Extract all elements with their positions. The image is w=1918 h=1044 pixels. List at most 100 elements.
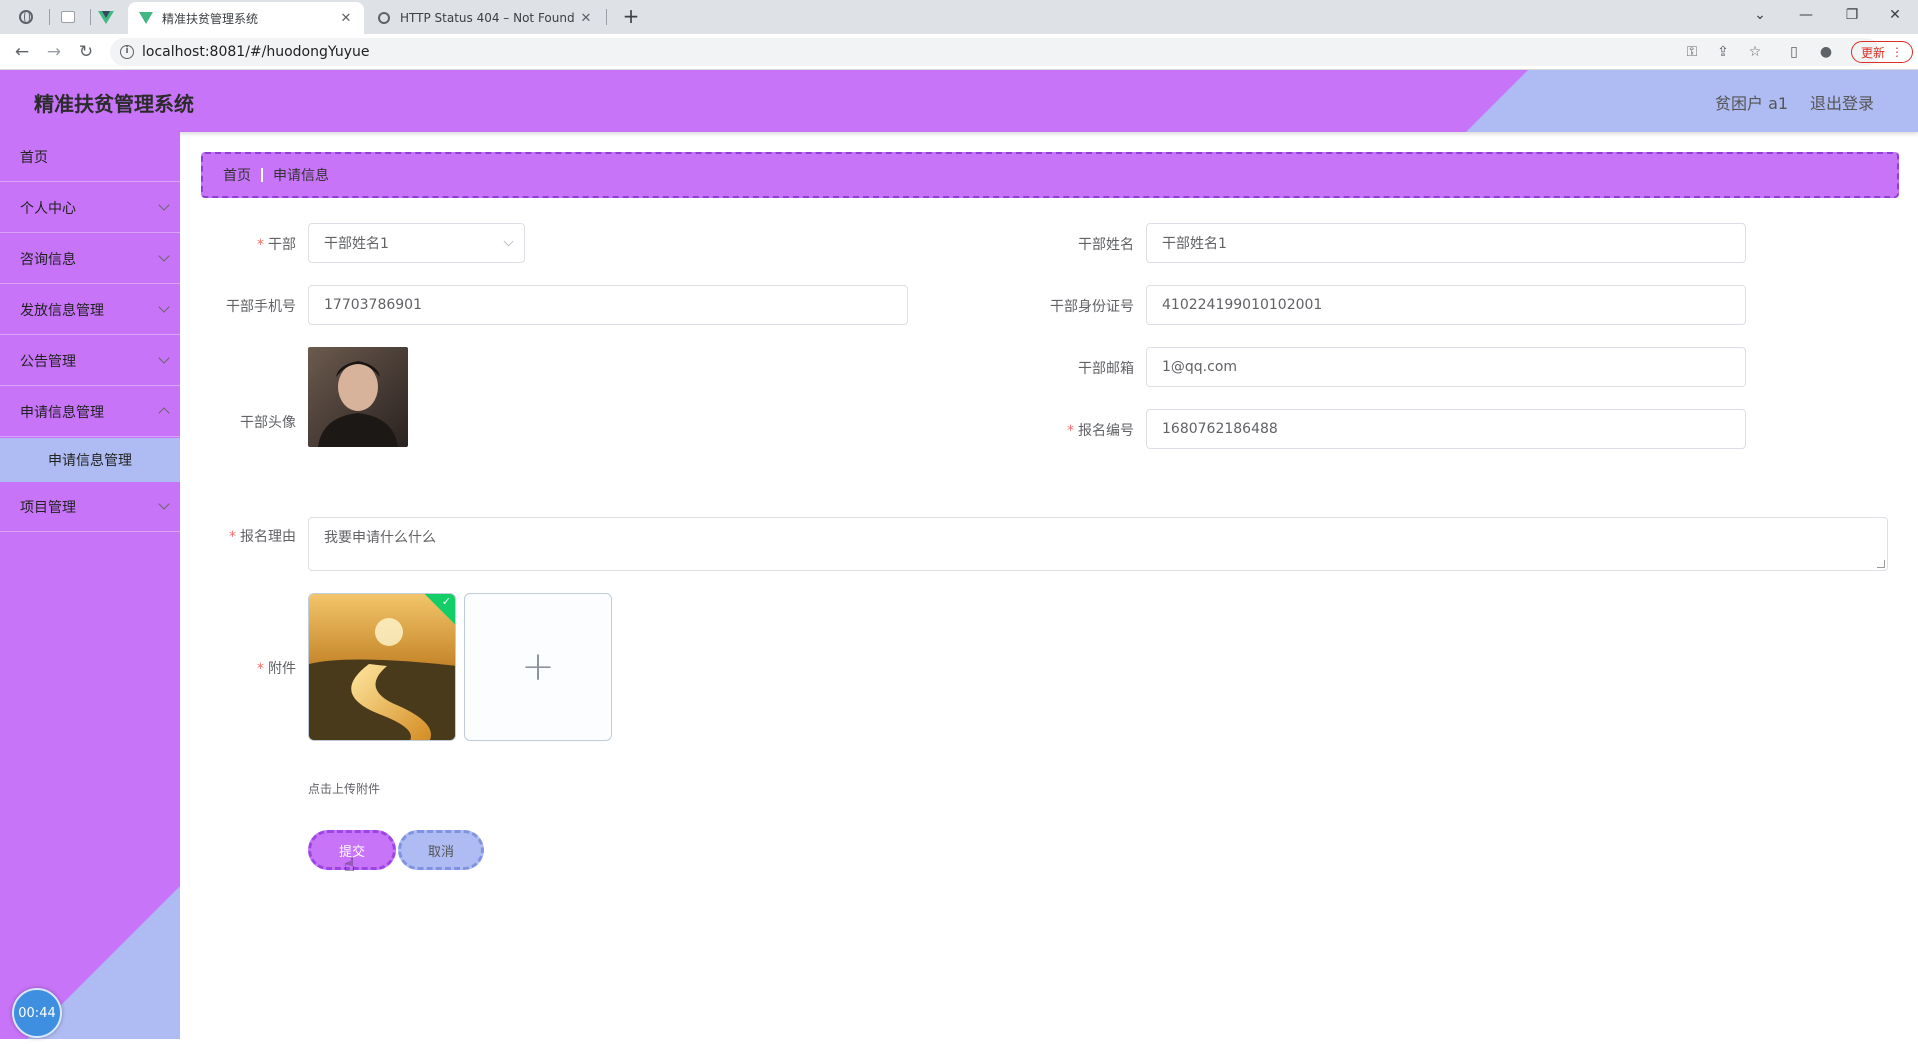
sidebar-item-label: 首页 (20, 149, 48, 166)
side-panel-icon[interactable]: ▯ (1784, 43, 1804, 61)
chevron-down-icon (503, 236, 514, 247)
tab-title: HTTP Status 404 – Not Found (400, 11, 575, 25)
pinned-tab-3[interactable] (92, 5, 120, 29)
globe-icon (376, 11, 392, 25)
upload-tip: 点击上传附件 (308, 782, 381, 796)
breadcrumb: 首页 申请信息 (201, 152, 1899, 198)
signup-no-field[interactable]: 1680762186488 (1146, 409, 1746, 449)
cadre-email-field[interactable]: 1@qq.com (1146, 347, 1746, 387)
sidebar-item-label: 发放信息管理 (20, 302, 104, 319)
sidebar-item-home[interactable]: 首页 (0, 132, 180, 182)
cadre-name-field[interactable]: 干部姓名1 (1146, 223, 1746, 263)
cadre-email-label: 干部邮箱 (1078, 361, 1134, 377)
bookmark-star-icon[interactable]: ☆ (1745, 43, 1765, 61)
chevron-down-icon (158, 352, 170, 364)
reload-icon[interactable]: ↻ (74, 40, 98, 64)
cadre-id-field[interactable]: 410224199010102001 (1146, 285, 1746, 325)
sidebar-item-label: 个人中心 (20, 200, 76, 217)
logout-button[interactable]: 退出登录 (1810, 90, 1874, 114)
sidebar-item-distribution[interactable]: 发放信息管理 (0, 285, 180, 335)
close-tab-icon[interactable]: ✕ (578, 11, 594, 26)
signup-no-value: 1680762186488 (1162, 421, 1278, 437)
app-title: 精准扶贫管理系统 (34, 92, 194, 116)
update-button[interactable]: 更新 ⋮ (1851, 41, 1913, 63)
close-window-button[interactable]: ✕ (1872, 0, 1918, 30)
cancel-button[interactable]: 取消 (398, 830, 484, 870)
cadre-avatar-image (308, 347, 408, 447)
tab-divider (49, 9, 50, 25)
update-label: 更新 (1860, 45, 1885, 60)
vue-logo-icon (138, 11, 154, 25)
site-info-icon[interactable]: i (120, 45, 134, 59)
browser-toolbar: ← → ↻ i localhost:8081/#/huodongYuyue ⚿ … (0, 34, 1918, 70)
chevron-down-icon (158, 301, 170, 313)
cadre-label-text: 干部 (268, 237, 296, 253)
url-text: localhost:8081/#/huodongYuyue (142, 44, 370, 60)
cadre-avatar-label: 干部头像 (240, 415, 296, 431)
plus-icon: + (521, 644, 555, 690)
pinned-tab-1[interactable] (12, 5, 40, 29)
sidebar-subitem-application-manage[interactable]: 申请信息管理 (0, 438, 180, 482)
attachment-photo (309, 594, 455, 740)
tab-search-icon[interactable]: ⌄ (1737, 0, 1783, 30)
resize-grip-icon[interactable] (1877, 560, 1885, 568)
sidebar-item-label: 申请信息管理 (48, 453, 132, 469)
tab-active[interactable]: 精准扶贫管理系统 ✕ (128, 2, 364, 34)
attachment-label-text: 附件 (268, 661, 296, 677)
tab-title: 精准扶贫管理系统 (162, 11, 259, 26)
avatar-photo (308, 347, 408, 447)
sidebar-item-consulting[interactable]: 咨询信息 (0, 234, 180, 284)
restore-button[interactable]: ❐ (1829, 0, 1875, 30)
signup-no-label: * 报名编号 (1014, 420, 1134, 440)
required-marker: * (1067, 423, 1074, 439)
address-bar[interactable]: i localhost:8081/#/huodongYuyue (110, 38, 1880, 66)
browser-tabstrip: 精准扶贫管理系统 ✕ HTTP Status 404 – Not Found ✕… (0, 0, 1918, 34)
cadre-id-label: 干部身份证号 (1050, 299, 1134, 315)
reason-label-text: 报名理由 (240, 529, 296, 545)
cadre-name-value: 干部姓名1 (1162, 236, 1227, 252)
profile-icon[interactable]: ● (1816, 43, 1836, 61)
chevron-down-icon (158, 250, 170, 262)
pinned-tab-2[interactable] (54, 5, 82, 29)
tab-404[interactable]: HTTP Status 404 – Not Found ✕ (366, 2, 604, 34)
cadre-select-value: 干部姓名1 (324, 236, 389, 252)
close-tab-icon[interactable]: ✕ (338, 11, 354, 26)
attachment-label: * 附件 (176, 658, 296, 678)
back-arrow-icon[interactable]: ← (10, 40, 34, 64)
share-icon[interactable]: ⇪ (1713, 43, 1733, 61)
sidebar-item-label: 申请信息管理 (20, 404, 104, 421)
cadre-name-label: 干部姓名 (1078, 237, 1134, 253)
cadre-label: * 干部 (176, 234, 296, 254)
cadre-email-value: 1@qq.com (1162, 359, 1238, 375)
key-icon[interactable]: ⚿ (1682, 43, 1702, 61)
globe-icon (19, 10, 33, 24)
sidebar-item-projects[interactable]: 项目管理 (0, 482, 180, 532)
new-tab-button[interactable]: + (618, 4, 644, 30)
reason-textarea[interactable]: 我要申请什么什么 (308, 517, 1888, 571)
uploaded-attachment[interactable]: ✓ (308, 593, 456, 741)
forward-arrow-icon[interactable]: → (42, 40, 66, 64)
sidebar-item-label: 公告管理 (20, 353, 76, 370)
cadre-phone-label: 干部手机号 (226, 299, 296, 315)
sidebar-item-label: 咨询信息 (20, 251, 76, 268)
sidebar-item-announcements[interactable]: 公告管理 (0, 336, 180, 386)
required-marker: * (257, 661, 264, 677)
cadre-phone-field[interactable]: 17703786901 (308, 285, 908, 325)
sidebar-item-personal-center[interactable]: 个人中心 (0, 183, 180, 233)
upload-add-button[interactable]: + (464, 593, 612, 741)
reason-label: * 报名理由 (176, 526, 296, 546)
cadre-select[interactable]: 干部姓名1 (308, 223, 525, 263)
chevron-down-icon (158, 498, 170, 510)
sidebar-item-applications[interactable]: 申请信息管理 (0, 387, 180, 437)
required-marker: * (229, 529, 236, 545)
cadre-id-value: 410224199010102001 (1162, 297, 1323, 313)
sidebar: 首页 个人中心 咨询信息 发放信息管理 公告管理 申请信息管理 申请信息管理 项… (0, 132, 180, 1039)
tab-divider (606, 9, 607, 25)
minimize-button[interactable]: — (1783, 0, 1829, 30)
signup-no-label-text: 报名编号 (1078, 423, 1134, 439)
breadcrumb-home[interactable]: 首页 (223, 165, 251, 185)
hand-cursor-icon: ☝ (344, 855, 355, 876)
timer-badge[interactable]: 00:44 (12, 988, 62, 1038)
chevron-down-icon (158, 199, 170, 211)
vue-logo-icon (98, 10, 114, 24)
